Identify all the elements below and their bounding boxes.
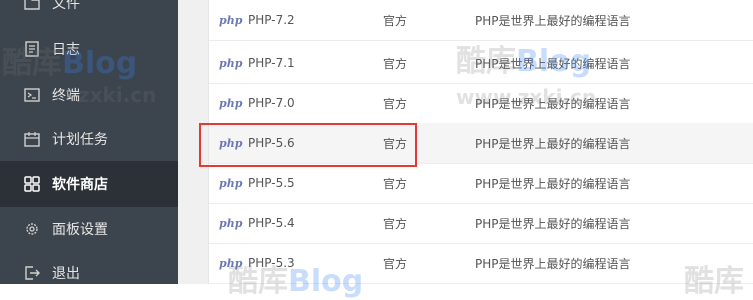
grid-icon [24, 176, 40, 192]
logout-icon [24, 265, 40, 281]
php-logo-icon: php [219, 176, 243, 190]
software-name: PHP-5.6 [248, 136, 295, 150]
software-name: PHP-5.5 [248, 176, 295, 190]
table-row[interactable]: php PHP-5.3 官方 PHP是世界上最好的编程语言 [209, 243, 753, 284]
sidebar-item-logout[interactable]: 退出 [0, 250, 178, 284]
sidebar-item-label: 软件商店 [52, 177, 108, 193]
table-row[interactable]: php PHP-5.5 官方 PHP是世界上最好的编程语言 [209, 163, 753, 204]
sidebar: 文件 日志 终端 计划任务 软件商店 面板设置 退出 [0, 0, 178, 284]
software-name: PHP-7.0 [248, 96, 295, 110]
sidebar-item-label: 终端 [52, 88, 80, 104]
terminal-icon [24, 87, 40, 103]
software-description: PHP是世界上最好的编程语言 [475, 13, 631, 28]
sidebar-item-files[interactable]: 文件 [0, 0, 178, 26]
php-logo-icon: php [219, 96, 243, 110]
php-logo-icon: php [219, 256, 243, 270]
software-description: PHP是世界上最好的编程语言 [475, 176, 631, 191]
sidebar-item-settings[interactable]: 面板设置 [0, 206, 178, 252]
sidebar-item-cron[interactable]: 计划任务 [0, 116, 178, 162]
sidebar-item-terminal[interactable]: 终端 [0, 72, 178, 118]
table-row[interactable]: php PHP-7.1 官方 PHP是世界上最好的编程语言 [209, 43, 753, 84]
content-gutter [178, 0, 208, 284]
software-type: 官方 [383, 216, 408, 231]
table-row[interactable]: php PHP-5.6 官方 PHP是世界上最好的编程语言 [209, 123, 753, 164]
software-description: PHP是世界上最好的编程语言 [475, 96, 631, 111]
table-row[interactable]: php PHP-7.2 官方 PHP是世界上最好的编程语言 [209, 0, 753, 41]
sidebar-item-label: 面板设置 [52, 222, 108, 238]
php-logo-icon: php [219, 56, 243, 70]
software-name: PHP-5.3 [248, 256, 295, 270]
sidebar-item-label: 文件 [52, 0, 80, 12]
software-type: 官方 [383, 256, 408, 271]
sidebar-item-label: 日志 [52, 42, 80, 58]
sidebar-item-logs[interactable]: 日志 [0, 26, 178, 72]
php-logo-icon: php [219, 136, 243, 150]
software-type: 官方 [383, 176, 408, 191]
sidebar-item-label: 退出 [52, 266, 80, 282]
php-logo-icon: php [219, 216, 243, 230]
software-description: PHP是世界上最好的编程语言 [475, 136, 631, 151]
software-type: 官方 [383, 13, 408, 28]
gear-icon [24, 221, 40, 237]
log-icon [24, 41, 40, 57]
software-description: PHP是世界上最好的编程语言 [475, 216, 631, 231]
software-name: PHP-7.2 [248, 13, 295, 27]
software-description: PHP是世界上最好的编程语言 [475, 56, 631, 71]
software-name: PHP-7.1 [248, 56, 295, 70]
sidebar-item-store[interactable]: 软件商店 [0, 161, 178, 207]
software-type: 官方 [383, 56, 408, 71]
sidebar-item-label: 计划任务 [52, 132, 108, 148]
software-table: php PHP-7.2 官方 PHP是世界上最好的编程语言 php PHP-7.… [208, 0, 753, 284]
table-row[interactable]: php PHP-7.0 官方 PHP是世界上最好的编程语言 [209, 83, 753, 124]
folder-icon [24, 0, 40, 11]
software-type: 官方 [383, 96, 408, 111]
software-name: PHP-5.4 [248, 216, 295, 230]
table-row[interactable]: php PHP-5.4 官方 PHP是世界上最好的编程语言 [209, 203, 753, 244]
calendar-icon [24, 131, 40, 147]
software-description: PHP是世界上最好的编程语言 [475, 256, 631, 271]
php-logo-icon: php [219, 13, 243, 27]
software-type: 官方 [383, 136, 408, 151]
